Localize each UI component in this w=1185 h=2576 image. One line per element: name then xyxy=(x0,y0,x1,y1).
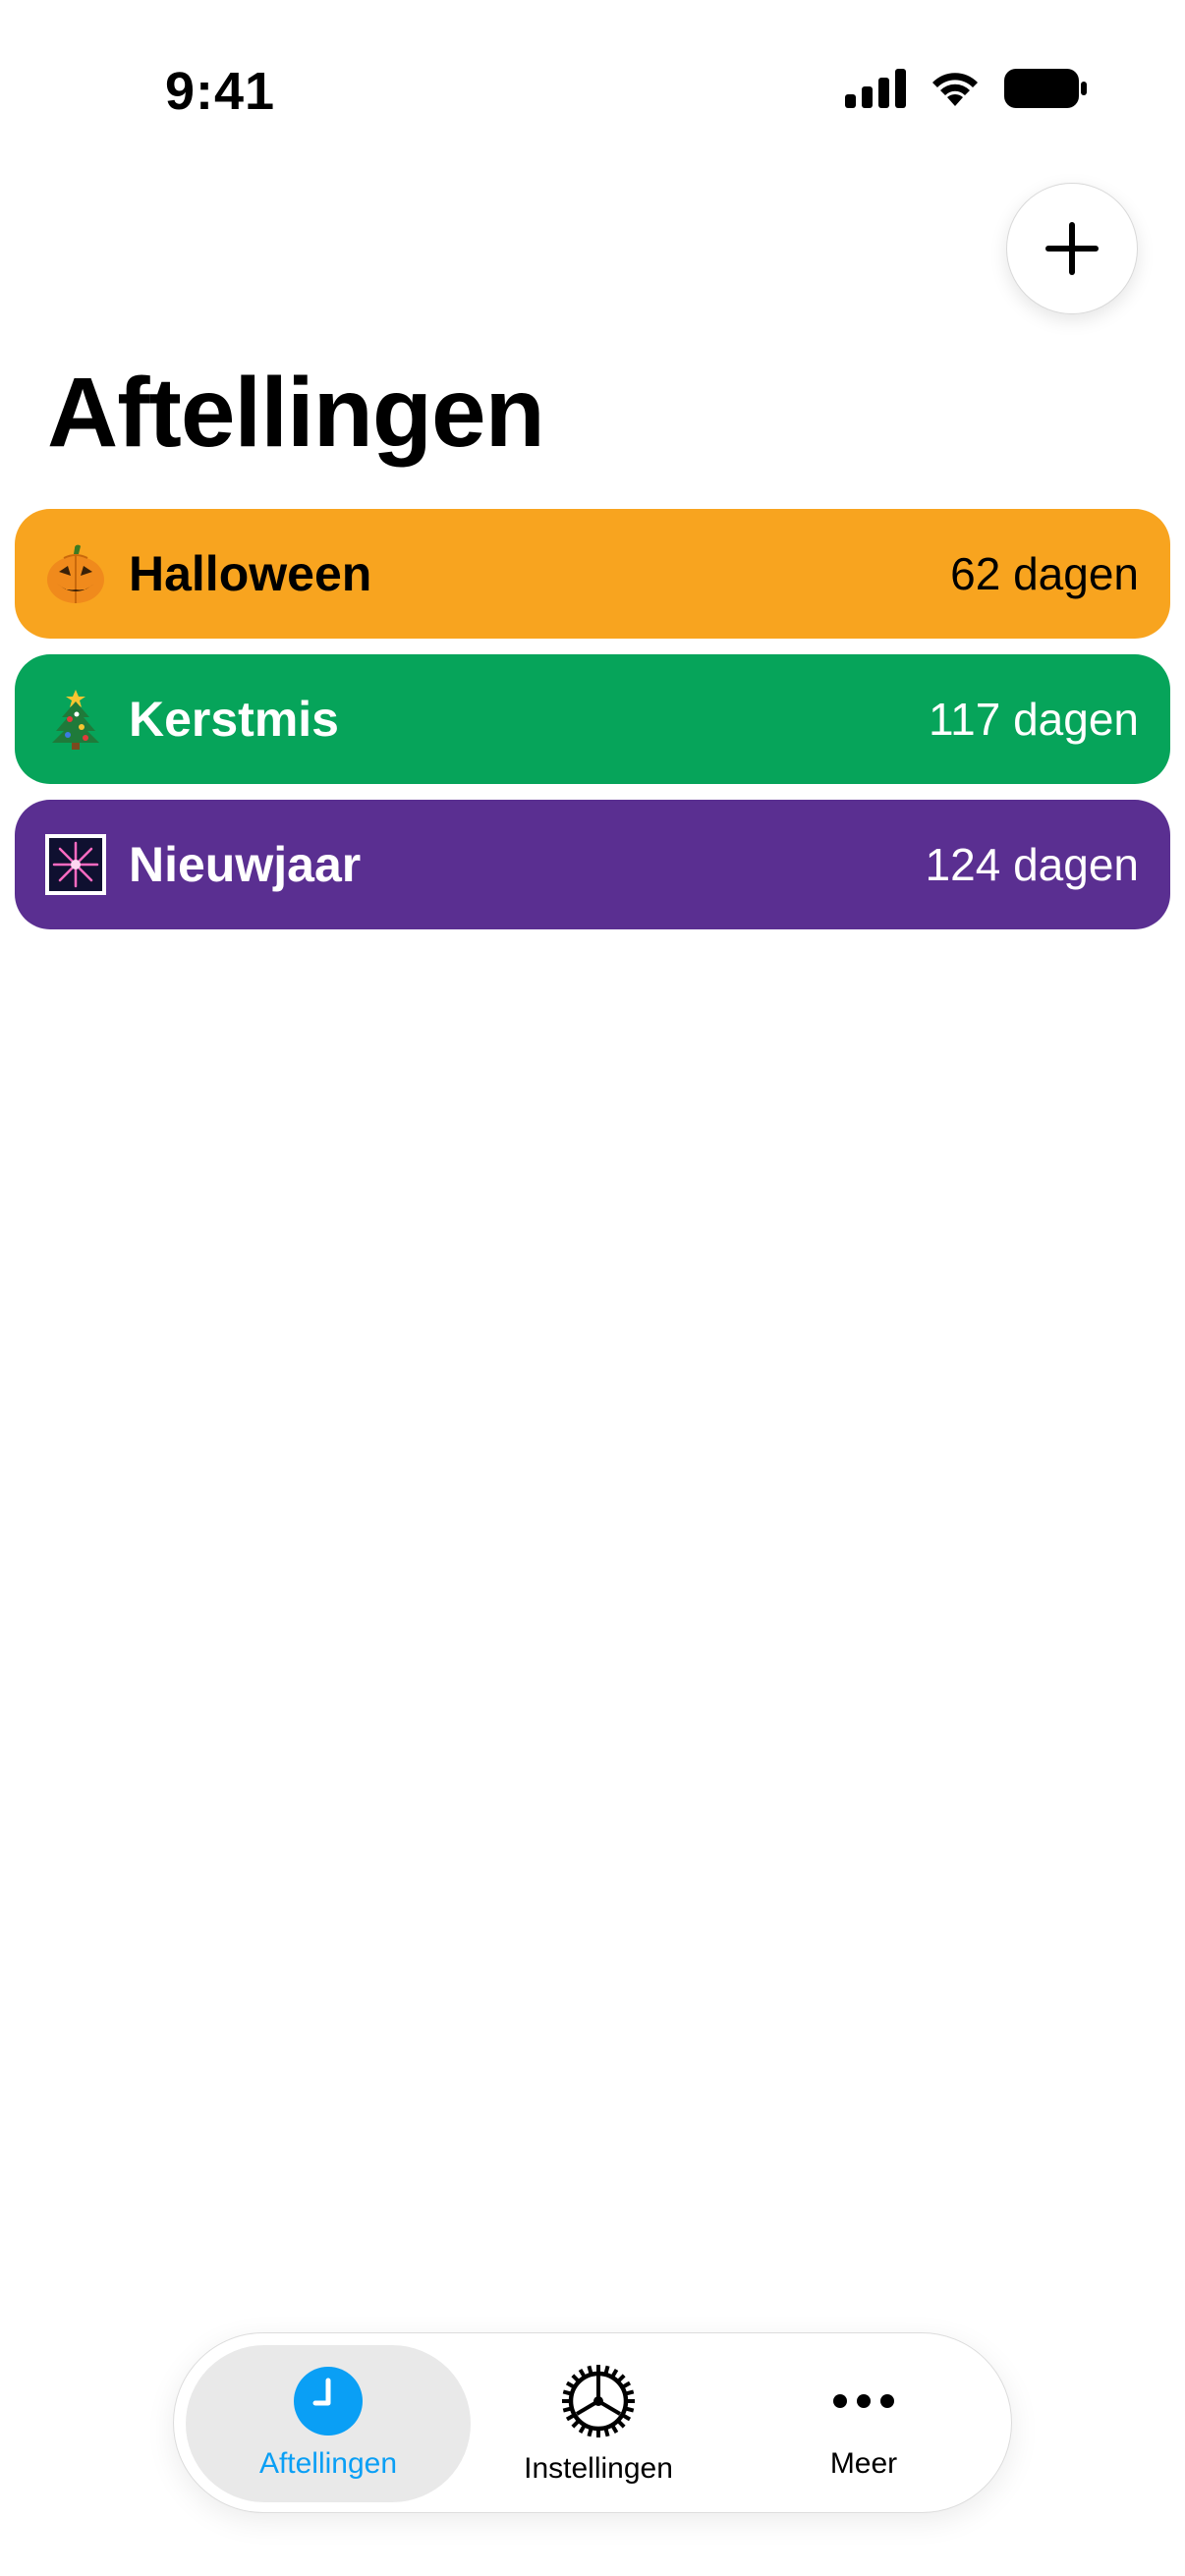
countdown-row-kerstmis[interactable]: Kerstmis 117 dagen xyxy=(15,654,1170,784)
page-title: Aftellingen xyxy=(47,358,545,468)
gear-tooth xyxy=(565,2380,575,2389)
gear-tooth xyxy=(571,2420,580,2429)
jack-o-lantern-icon xyxy=(44,542,107,605)
tab-label: Instellingen xyxy=(524,2452,673,2485)
gear-tooth xyxy=(617,2420,626,2429)
tab-label: Meer xyxy=(829,2447,898,2480)
countdown-list: Halloween 62 dagen Kerstmis 117 dagen Ni… xyxy=(15,509,1170,929)
christmas-tree-icon xyxy=(44,688,107,751)
gear-tooth xyxy=(622,2413,632,2422)
status-time: 9:41 xyxy=(165,62,276,121)
gear-tooth xyxy=(578,2368,587,2378)
clock-icon xyxy=(294,2367,363,2436)
countdown-name: Kerstmis xyxy=(129,692,339,747)
cellular-signal-icon xyxy=(845,69,906,108)
countdown-days: 62 dagen xyxy=(950,548,1139,599)
tab-meer[interactable]: Meer xyxy=(726,2345,1001,2502)
plus-icon xyxy=(1045,222,1099,275)
tab-aftellingen[interactable]: Aftellingen xyxy=(186,2345,471,2502)
countdown-row-halloween[interactable]: Halloween 62 dagen xyxy=(15,509,1170,639)
countdown-name: Halloween xyxy=(129,546,372,601)
tab-label: Aftellingen xyxy=(258,2447,398,2480)
gear-tooth xyxy=(617,2374,626,2382)
gear-tooth xyxy=(587,2428,593,2437)
gear-tooth xyxy=(562,2406,572,2413)
countdown-name: Nieuwjaar xyxy=(129,837,362,892)
gear-tooth xyxy=(610,2368,619,2378)
gear-tooth xyxy=(562,2389,572,2396)
battery-icon xyxy=(1004,69,1087,108)
wifi-icon xyxy=(932,73,978,106)
gear-tooth xyxy=(587,2365,593,2375)
countdown-days: 124 dagen xyxy=(925,839,1139,890)
gear-tooth xyxy=(603,2428,610,2437)
gear-tooth xyxy=(565,2413,575,2422)
countdown-days: 117 dagen xyxy=(928,694,1139,745)
add-countdown-button[interactable] xyxy=(1006,183,1138,314)
gear-tooth xyxy=(610,2425,619,2435)
gear-icon xyxy=(562,2365,635,2437)
countdown-row-nieuwjaar[interactable]: Nieuwjaar 124 dagen xyxy=(15,800,1170,929)
tab-bar: Aftellingen Instellingen Meer xyxy=(173,2332,1012,2513)
gear-tooth xyxy=(603,2365,610,2375)
gear-tooth xyxy=(625,2389,635,2396)
gear-tooth xyxy=(571,2374,580,2382)
gear-tooth xyxy=(625,2406,635,2413)
gear-tooth xyxy=(578,2425,587,2435)
gear-tooth xyxy=(622,2380,632,2389)
status-icons xyxy=(845,69,1087,108)
fireworks-icon xyxy=(44,833,107,896)
ellipsis-icon xyxy=(833,2394,894,2408)
tab-instellingen[interactable]: Instellingen xyxy=(471,2345,726,2502)
